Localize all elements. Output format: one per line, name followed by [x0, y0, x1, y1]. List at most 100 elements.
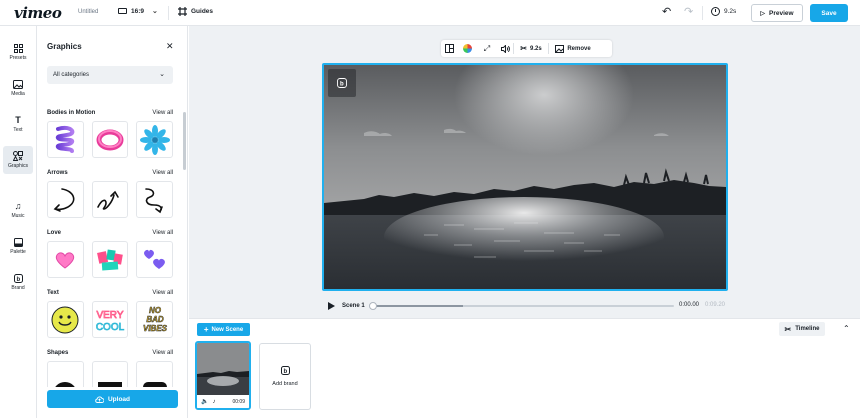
- sticker-text-bad: BAD: [146, 315, 164, 324]
- rounded-rect-shape-icon: [142, 381, 167, 387]
- rail-item-label: Palette: [10, 248, 26, 255]
- rail-item-label: Text: [13, 126, 23, 133]
- heart-graphic-icon: [56, 251, 75, 269]
- total-time: 0:09.20: [705, 302, 726, 308]
- divider: [168, 6, 169, 20]
- section-text: Text View all VERY COOL NO BAD VIBES: [47, 290, 174, 338]
- section-title: Bodies in Motion: [47, 110, 96, 116]
- timeline-toggle-button[interactable]: ✂ Timeline: [779, 322, 825, 336]
- playback-scrubber[interactable]: [369, 302, 674, 310]
- graphic-arrow-loop[interactable]: [91, 181, 129, 218]
- graphic-rounded-rect[interactable]: [136, 361, 173, 387]
- sunset-lake-video-frame: [324, 65, 726, 289]
- panel-scrollbar[interactable]: [183, 112, 186, 170]
- play-icon[interactable]: [328, 302, 335, 310]
- rail-item-music[interactable]: ♫ Music: [3, 196, 33, 224]
- trim-button[interactable]: ✂ 9.2s: [514, 40, 548, 57]
- duration-indicator[interactable]: 9.2s: [711, 7, 736, 16]
- svg-text:b: b: [283, 369, 287, 375]
- graphic-pink-ring[interactable]: [91, 121, 129, 158]
- rail-item-brand[interactable]: b Brand: [3, 268, 33, 296]
- rail-item-label: Brand: [11, 284, 25, 291]
- rail-item-label: Media: [11, 90, 25, 97]
- volume-icon[interactable]: [497, 40, 513, 57]
- rail-item-text[interactable]: T Text: [3, 110, 33, 138]
- image-remove-icon: [555, 44, 565, 53]
- section-title: Text: [47, 290, 59, 296]
- element-toolbar: ⤢ ✂ 9.2s Remove: [441, 40, 612, 57]
- guides-button[interactable]: Guides: [178, 7, 213, 16]
- scene-thumbnail[interactable]: 🔈 ♪ 00:09: [195, 341, 251, 410]
- preview-label: Preview: [769, 9, 794, 17]
- duration-label: 9.2s: [724, 8, 737, 15]
- graphic-pink-heart[interactable]: [47, 241, 84, 278]
- arrow-graphic-icon: [97, 190, 119, 210]
- section-title: Love: [47, 230, 62, 236]
- graphic-arrow-squiggle[interactable]: [136, 181, 174, 218]
- graphic-no-bad-vibes[interactable]: NO BAD VIBES: [136, 301, 174, 338]
- graphic-semicircle[interactable]: [47, 361, 84, 387]
- text-icon: T: [15, 114, 21, 125]
- view-all-link[interactable]: View all: [152, 230, 173, 240]
- left-rail: Presets Media T Text Graphics ♫ Music Pa…: [0, 26, 37, 418]
- view-all-link[interactable]: View all: [152, 350, 173, 360]
- aspect-ratio-label: 16:9: [131, 7, 145, 15]
- spring-graphic-icon: [56, 125, 75, 153]
- panel-title: Graphics: [47, 42, 82, 51]
- voiceover-icon[interactable]: ♪: [212, 399, 215, 405]
- graphic-love-letters[interactable]: [91, 241, 129, 278]
- redo-icon[interactable]: ↷: [684, 5, 693, 18]
- rail-item-graphics[interactable]: Graphics: [3, 146, 33, 174]
- expand-icon[interactable]: ⤢: [477, 40, 497, 57]
- volume-icon[interactable]: 🔈: [201, 398, 208, 405]
- rail-item-label: Presets: [9, 54, 27, 61]
- graphic-very-cool[interactable]: VERY COOL: [91, 301, 129, 338]
- sticker-text-cool: COOL: [96, 322, 125, 333]
- scene-timeline: + New Scene ✂ Timeline ⌃ 🔈 ♪ 00:09 b Add…: [189, 318, 860, 418]
- graphic-rectangle[interactable]: [91, 361, 129, 387]
- add-brand-card[interactable]: b Add brand: [259, 343, 311, 410]
- rail-item-palette[interactable]: Palette: [3, 232, 33, 260]
- project-title[interactable]: Untitled: [78, 9, 98, 15]
- add-brand-label: Add brand: [272, 381, 298, 387]
- graphic-spring[interactable]: [47, 121, 84, 158]
- rail-item-media[interactable]: Media: [3, 74, 33, 102]
- video-canvas[interactable]: b: [322, 63, 728, 291]
- brand-icon: b: [337, 78, 347, 88]
- new-scene-button[interactable]: + New Scene: [197, 323, 250, 336]
- remove-button[interactable]: Remove: [549, 40, 597, 57]
- graphic-blue-flower[interactable]: [136, 121, 174, 158]
- save-button[interactable]: Save: [810, 4, 848, 22]
- view-all-link[interactable]: View all: [152, 170, 173, 180]
- hearts-graphic-icon: [143, 249, 165, 269]
- remove-label: Remove: [567, 45, 591, 52]
- rectangle-shape-icon: [98, 381, 122, 387]
- graphic-smiley[interactable]: [47, 301, 84, 338]
- timeline-toggle-label: Timeline: [795, 326, 820, 332]
- color-wheel-icon[interactable]: [457, 40, 477, 57]
- palette-icon: [13, 237, 23, 247]
- layout-icon[interactable]: [441, 40, 457, 57]
- view-all-link[interactable]: View all: [152, 110, 173, 120]
- aspect-ratio-dropdown[interactable]: 16:9 ⌄: [118, 7, 158, 15]
- rail-item-presets[interactable]: Presets: [3, 38, 33, 66]
- brand-icon: b: [13, 273, 23, 283]
- graphic-purple-hearts[interactable]: [136, 241, 174, 278]
- chevron-up-icon[interactable]: ⌃: [843, 324, 850, 333]
- sticker-text-very: VERY: [96, 310, 123, 321]
- scrubber-handle[interactable]: [369, 302, 377, 310]
- category-select[interactable]: All categories ⌄: [47, 66, 173, 84]
- top-bar: vimeo Untitled 16:9 ⌄ Guides ↶ ↷ 9.2s ▷ …: [0, 0, 860, 26]
- play-icon: ▷: [760, 10, 766, 17]
- preview-button[interactable]: ▷ Preview: [751, 4, 803, 22]
- scene-label: Scene 1: [342, 303, 365, 309]
- undo-icon[interactable]: ↶: [662, 5, 671, 18]
- view-all-link[interactable]: View all: [152, 290, 173, 300]
- grid-icon: [13, 43, 23, 53]
- upload-button[interactable]: Upload: [47, 390, 178, 408]
- graphic-arrow-curve-down[interactable]: [47, 181, 84, 218]
- vimeo-logo[interactable]: vimeo: [14, 4, 62, 22]
- scene-card-footer: 🔈 ♪ 00:09: [197, 395, 249, 408]
- brand-watermark-slot[interactable]: b: [328, 69, 356, 97]
- close-icon[interactable]: ✕: [166, 41, 174, 52]
